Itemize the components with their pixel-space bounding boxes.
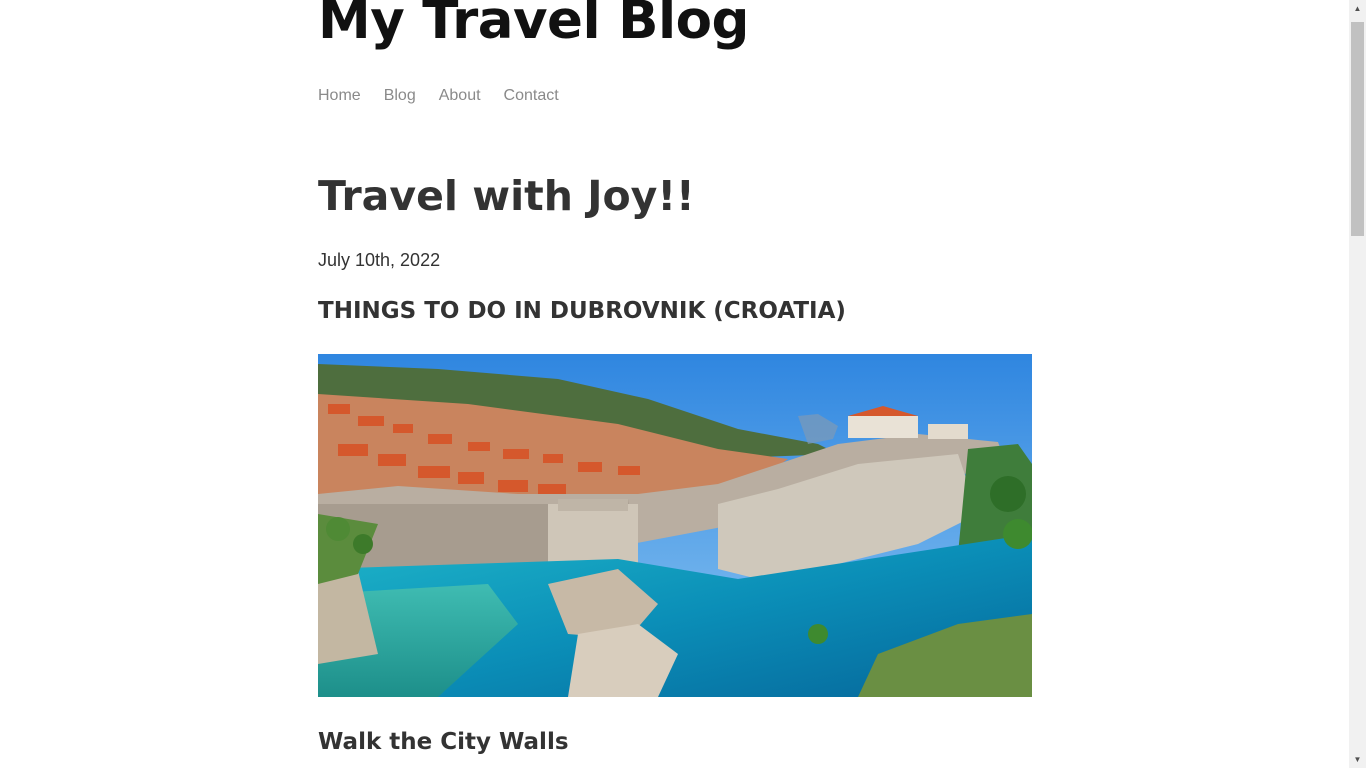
section-heading: THINGS TO DO IN DUBROVNIK (CROATIA) [318,298,846,324]
nav-link-home[interactable]: Home [318,87,361,105]
nav-link-blog[interactable]: Blog [384,87,416,105]
scroll-up-arrow-icon[interactable]: ▲ [1349,0,1366,17]
vertical-scrollbar[interactable]: ▲ ▼ [1349,0,1366,768]
nav-link-contact[interactable]: Contact [504,87,559,105]
page: My Travel Blog Home Blog About Contact T… [0,0,1366,768]
dubrovnik-hero-image [318,354,1032,697]
main-nav: Home Blog About Contact [318,87,559,105]
nav-link-about[interactable]: About [439,87,481,105]
scrollbar-thumb[interactable] [1351,22,1364,236]
post-title: Travel with Joy!! [318,172,695,220]
scroll-down-arrow-icon[interactable]: ▼ [1349,751,1366,768]
site-title[interactable]: My Travel Blog [318,0,750,51]
sub-heading-walk-city-walls: Walk the City Walls [318,729,569,755]
post-date: July 10th, 2022 [318,250,441,270]
